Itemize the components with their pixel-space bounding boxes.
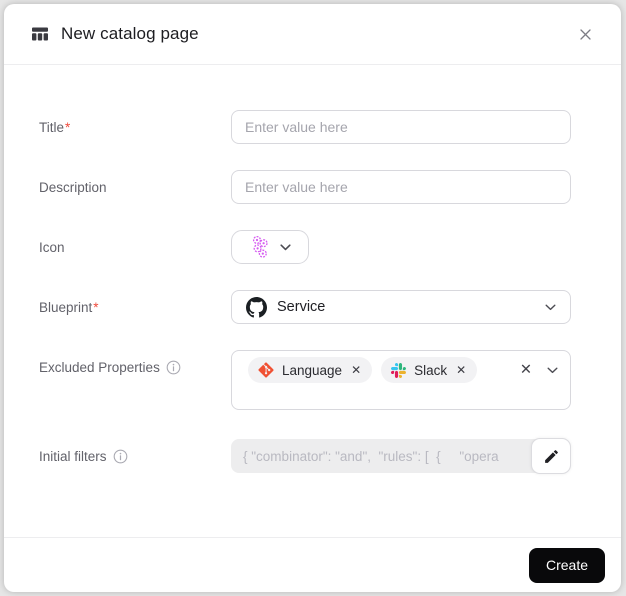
create-button[interactable]: Create	[528, 547, 605, 583]
dialog-title: New catalog page	[61, 24, 199, 43]
git-icon	[258, 362, 274, 378]
github-icon	[246, 296, 267, 318]
required-asterisk: *	[65, 119, 71, 135]
new-catalog-page-dialog: New catalog page Title* Description	[4, 4, 621, 592]
initial-filters-field: { "combinator": "and", "rules": [ { "ope…	[231, 439, 571, 473]
chevron-down-icon[interactable]	[547, 367, 558, 374]
required-asterisk: *	[93, 299, 99, 315]
selected-chips: Language ✕ Slack ✕	[240, 357, 508, 383]
info-icon[interactable]	[113, 449, 128, 464]
title-label: Title*	[39, 119, 71, 135]
initial-filters-value: { "combinator": "and", "rules": [ { "ope…	[243, 448, 499, 464]
blueprint-row: Blueprint* Service	[39, 290, 571, 324]
title-row: Title*	[39, 110, 571, 144]
blueprint-value: Service	[277, 299, 326, 315]
close-button[interactable]	[571, 20, 599, 48]
dialog-body: Title* Description Icon	[4, 65, 621, 537]
blueprint-label: Blueprint*	[39, 299, 99, 315]
microservices-icon	[249, 235, 270, 259]
dialog-header: New catalog page	[4, 4, 621, 65]
edit-filters-button[interactable]	[531, 438, 571, 474]
excluded-properties-multiselect[interactable]: Language ✕ Slack ✕ ✕	[231, 350, 571, 410]
chip-label: Slack	[414, 362, 448, 378]
icon-label: Icon	[39, 239, 65, 255]
dialog-footer: Create	[4, 537, 621, 592]
chip-remove-button[interactable]: ✕	[350, 364, 362, 376]
chip-remove-button[interactable]: ✕	[455, 364, 467, 376]
table-icon	[30, 24, 50, 44]
initial-filters-label: Initial filters	[39, 449, 231, 464]
multiselect-controls: ✕	[520, 357, 558, 383]
slack-icon	[391, 362, 407, 378]
blueprint-select[interactable]: Service	[231, 290, 571, 324]
chevron-down-icon	[545, 304, 556, 311]
icon-dropdown[interactable]	[231, 230, 309, 264]
chevron-down-icon	[280, 243, 291, 251]
pencil-icon	[543, 448, 560, 465]
excluded-properties-row: Excluded Properties Language ✕ Slack ✕ ✕	[39, 350, 571, 410]
description-input[interactable]	[231, 170, 571, 204]
clear-all-button[interactable]: ✕	[520, 363, 532, 378]
chip-language[interactable]: Language ✕	[248, 357, 373, 383]
description-label: Description	[39, 179, 107, 195]
initial-filters-row: Initial filters { "combinator": "and", "…	[39, 438, 571, 474]
chip-slack[interactable]: Slack ✕	[381, 357, 478, 383]
chip-label: Language	[282, 362, 343, 378]
excluded-properties-label: Excluded Properties	[39, 350, 231, 375]
title-input[interactable]	[231, 110, 571, 144]
close-icon	[578, 27, 593, 42]
icon-row: Icon	[39, 230, 571, 264]
description-row: Description	[39, 170, 571, 204]
info-icon[interactable]	[166, 360, 181, 375]
